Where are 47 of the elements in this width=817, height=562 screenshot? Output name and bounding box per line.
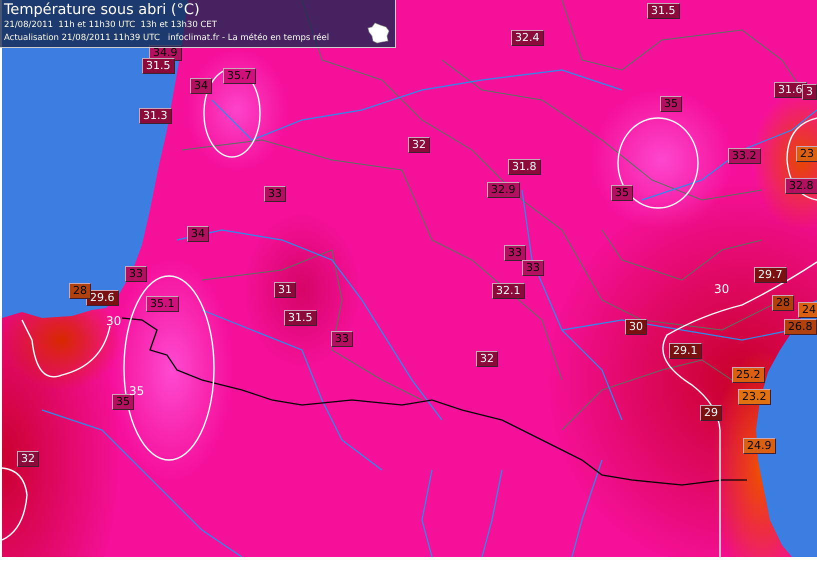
temperature-label: 35 [660, 96, 682, 112]
temperature-label: 23.2 [738, 389, 770, 405]
temperature-label: 31.8 [508, 159, 540, 175]
temperature-label: 31 [274, 282, 296, 298]
temperature-label: 32.4 [511, 30, 544, 46]
temperature-label: 28 [69, 283, 91, 299]
temperature-label: 29.6 [86, 290, 118, 306]
temperature-label: 29.1 [669, 343, 702, 359]
temperature-label: 35 [112, 394, 134, 410]
temperature-label: 32 [476, 351, 498, 367]
temperature-label: 29.7 [754, 267, 786, 283]
temperature-label: 31.5 [142, 58, 174, 74]
temperature-label: 24.9 [743, 438, 776, 454]
temperature-label: 30 [625, 319, 647, 335]
temperature-label: 26.8 [784, 319, 816, 335]
isotherm-label: 30 [106, 315, 122, 328]
temperature-label: 32 [17, 451, 39, 467]
temperature-label: 28 [772, 295, 794, 311]
temperature-label: 32.9 [487, 182, 520, 198]
temperature-label: 33 [125, 266, 147, 282]
temperature-label: 34 [190, 78, 212, 94]
temperature-label: 31.5 [284, 310, 316, 326]
temperature-label: 31.3 [139, 108, 172, 124]
temperature-label: 23 [796, 146, 817, 162]
france-map-icon [367, 22, 391, 44]
map-title: Température sous abri (°C) [4, 1, 201, 19]
temperature-label: 33.2 [728, 148, 760, 164]
temperature-label: 32.1 [492, 283, 524, 299]
temperature-label: 32 [408, 137, 430, 153]
temperature-label: 3 [802, 84, 817, 100]
isotherm-label: 30 [714, 283, 730, 296]
temperature-label: 33 [504, 245, 526, 261]
temperature-label: 24 [798, 302, 817, 318]
source-text: infoclimat.fr - La météo en temps réel [168, 32, 330, 45]
temperature-label: 33 [264, 186, 286, 202]
temperature-label: 33 [331, 331, 353, 347]
temperature-label: 33 [522, 260, 544, 276]
observation-time: 21/08/2011 11h et 11h30 UTC 13h et 13h30 CET [4, 19, 218, 32]
temperature-label: 35 [611, 185, 633, 201]
temperature-label: 34 [187, 226, 209, 242]
temperature-label: 32.8 [785, 178, 817, 194]
temperature-label: 25.2 [732, 367, 764, 383]
temperature-label: 31.5 [647, 3, 680, 19]
temperature-label: 35.1 [146, 296, 178, 312]
temperature-label: 35.7 [223, 68, 256, 84]
temperature-label: 29 [700, 405, 722, 421]
update-time: Actualisation 21/08/2011 11h39 UTC [4, 32, 160, 45]
